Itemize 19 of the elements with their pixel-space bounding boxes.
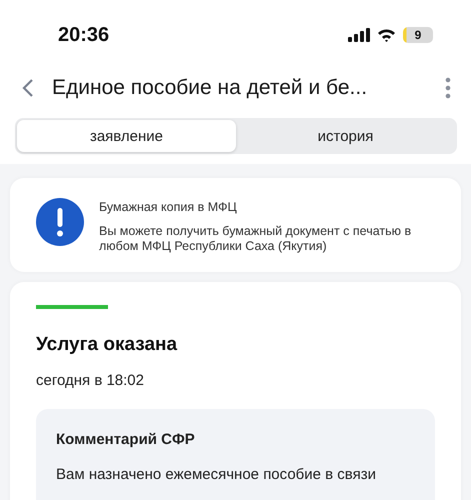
page-title: Единое пособие на детей и бе...	[52, 76, 368, 100]
tab[interactable]: история	[236, 120, 455, 152]
notice-text: Вы можете получить бумажный документ с печатью в любом МФЦ Республики Саха (Якутия)	[99, 224, 412, 254]
battery-level: 9	[403, 27, 433, 43]
status-title: Услуга оказана	[36, 334, 178, 356]
wifi-icon	[377, 28, 396, 42]
signal-icon	[348, 28, 370, 42]
tab[interactable]: заявление	[17, 120, 236, 152]
comment-title: Комментарий СФР	[56, 431, 196, 448]
comment-text: Вам назначено ежемесячное пособие в связи	[56, 466, 377, 483]
back-chevron-icon	[22, 78, 34, 98]
notice-title: Бумажная копия в МФЦ	[99, 200, 238, 215]
more-menu-button[interactable]	[445, 77, 451, 99]
status-indicator-bar	[36, 305, 108, 309]
back-button[interactable]	[22, 78, 34, 98]
exclamation-icon	[36, 198, 84, 246]
clock-time: 20:36	[58, 24, 110, 46]
more-vertical-icon	[445, 77, 451, 99]
status-time: сегодня в 18:02	[36, 372, 145, 389]
